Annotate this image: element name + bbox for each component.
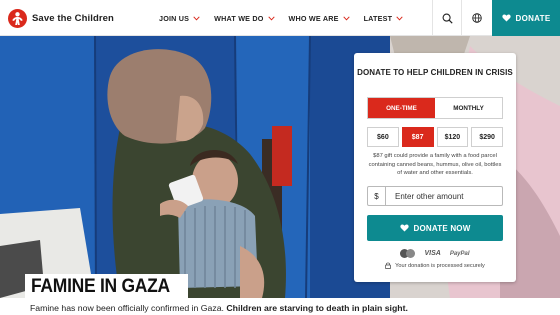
frequency-one-time[interactable]: ONE-TIME xyxy=(368,98,435,118)
chevron-down-icon xyxy=(267,15,275,21)
secure-note: Your donation is processed securely xyxy=(354,262,516,269)
nav-latest[interactable]: LATEST xyxy=(364,14,404,23)
logo-text: Save the Children xyxy=(32,12,114,24)
caption-emphasis: Children are starving to death in plain … xyxy=(226,303,408,313)
donate-card: DONATE TO HELP CHILDREN IN CRISIS ONE-TI… xyxy=(354,53,516,282)
amount-option[interactable]: $290 xyxy=(471,127,503,147)
payment-methods: VISA PayPal xyxy=(354,249,516,258)
site-header: Save the Children JOIN US WHAT WE DO WHO… xyxy=(0,0,560,36)
header-donate-label: DONATE xyxy=(515,13,551,23)
amount-options: $60 $87 $120 $290 xyxy=(367,127,503,147)
nav-what-we-do[interactable]: WHAT WE DO xyxy=(214,13,275,23)
logo-icon xyxy=(8,8,27,28)
hero-caption: Famine has now been officially confirmed… xyxy=(30,303,408,313)
nav-label: WHAT WE DO xyxy=(214,13,264,23)
currency-symbol: $ xyxy=(368,187,386,205)
visa-logo: VISA xyxy=(424,250,441,257)
frequency-toggle: ONE-TIME MONTHLY xyxy=(367,97,503,119)
chevron-down-icon xyxy=(193,15,200,21)
frequency-monthly[interactable]: MONTHLY xyxy=(435,98,502,118)
globe-icon xyxy=(472,13,482,23)
search-button[interactable] xyxy=(432,0,461,36)
gift-description: $87 gift could provide a family with a f… xyxy=(368,153,502,176)
donate-now-label: DONATE NOW xyxy=(413,223,471,233)
chevron-down-icon xyxy=(396,15,403,21)
paypal-logo: PayPal xyxy=(449,250,470,257)
caption-text: Famine has now been officially confirmed… xyxy=(30,303,227,313)
nav-join-us[interactable]: JOIN US xyxy=(159,14,200,23)
language-button[interactable] xyxy=(461,0,492,36)
nav-label: WHO WE ARE xyxy=(288,13,339,23)
lock-icon xyxy=(385,262,392,269)
nav-label: JOIN US xyxy=(159,13,190,23)
heart-icon xyxy=(501,14,511,22)
donate-now-button[interactable]: DONATE NOW xyxy=(367,215,503,241)
amount-option[interactable]: $120 xyxy=(436,127,469,147)
donate-card-title: DONATE TO HELP CHILDREN IN CRISIS xyxy=(357,68,513,77)
other-amount-input[interactable] xyxy=(386,191,496,201)
hero-headline: FAMINE IN GAZA xyxy=(31,275,170,297)
amount-option-selected[interactable]: $87 xyxy=(401,127,434,147)
heart-icon xyxy=(399,224,409,232)
main-nav: JOIN US WHAT WE DO WHO WE ARE LATEST xyxy=(159,0,417,36)
other-amount-field: $ xyxy=(367,186,503,206)
chevron-down-icon xyxy=(342,15,350,21)
nav-label: LATEST xyxy=(363,13,393,23)
hero-headline-box: FAMINE IN GAZA xyxy=(25,274,188,299)
site-logo[interactable]: Save the Children xyxy=(8,8,114,28)
secure-text: Your donation is processed securely xyxy=(395,262,485,269)
amount-option[interactable]: $60 xyxy=(367,127,399,147)
search-icon xyxy=(442,13,453,24)
header-donate-button[interactable]: DONATE xyxy=(492,0,560,36)
mastercard-icon xyxy=(400,249,416,258)
nav-who-we-are[interactable]: WHO WE ARE xyxy=(289,14,350,23)
